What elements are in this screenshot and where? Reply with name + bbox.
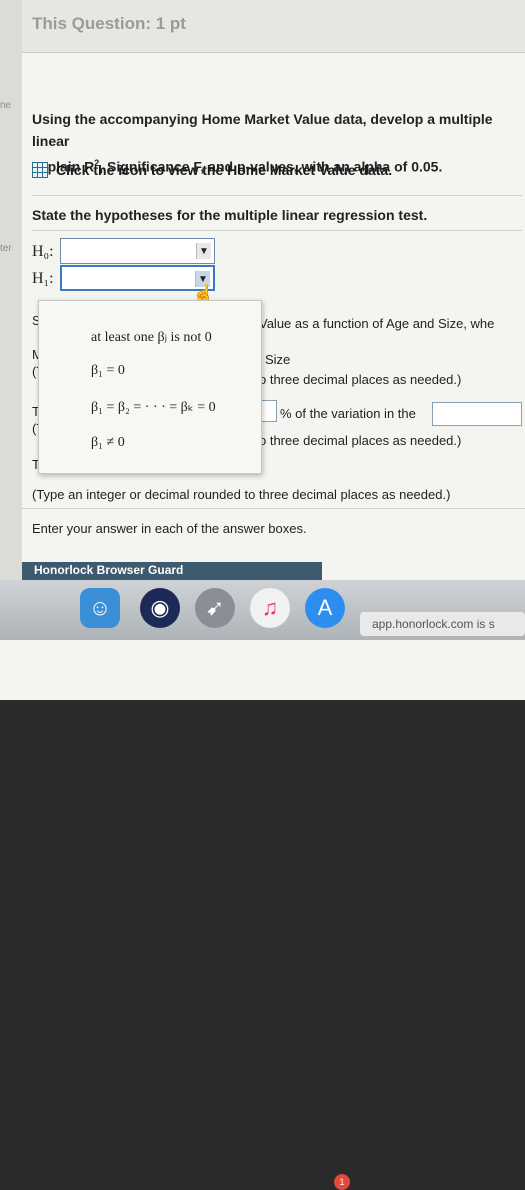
- launchpad-icon[interactable]: ➹: [195, 588, 235, 628]
- divider: [32, 195, 522, 196]
- answer-instructions: Enter your answer in each of the answer …: [32, 521, 307, 536]
- siri-icon[interactable]: ◉: [140, 588, 180, 628]
- h1-dropdown-menu[interactable]: at least one βⱼ is not 0 β₁ = 0 β₁ = β₂ …: [38, 300, 262, 474]
- variation-answer-input[interactable]: [432, 402, 522, 426]
- decimals-hint: o three decimal places as needed.): [259, 372, 462, 387]
- decimals-hint: o three decimal places as needed.): [259, 433, 462, 448]
- data-link[interactable]: Click the icon to view the Home Market V…: [32, 162, 392, 178]
- dropdown-option[interactable]: β₁ ≠ 0: [91, 435, 125, 451]
- data-link-label[interactable]: Click the icon to view the Home Market V…: [56, 162, 392, 178]
- variation-input[interactable]: [261, 400, 277, 422]
- finder-icon[interactable]: ☺: [80, 588, 120, 628]
- h0-select[interactable]: ▼: [60, 238, 215, 264]
- size-label: Size: [265, 352, 291, 367]
- honorlock-bar: Honorlock Browser Guard: [22, 562, 322, 580]
- h1-label: H₁:: [32, 270, 54, 287]
- dropdown-option[interactable]: β₁ = 0: [91, 363, 125, 379]
- notification-badge: 1: [334, 1174, 350, 1190]
- chevron-down-icon[interactable]: ▼: [196, 243, 211, 259]
- left-tag: ter: [0, 243, 12, 254]
- data-table-icon[interactable]: [32, 162, 48, 178]
- quiz-screen: ne ter This Question: 1 pt Using the acc…: [0, 0, 525, 1190]
- left-tag: ne: [0, 100, 12, 111]
- state-continued: Value as a function of Age and Size, whe: [259, 316, 495, 331]
- divider: [22, 508, 525, 509]
- hypotheses-title: State the hypotheses for the multiple li…: [32, 207, 428, 223]
- honorlock-label: Honorlock Browser Guard: [34, 563, 184, 577]
- divider: [32, 230, 522, 231]
- type-instructions: (Type an integer or decimal rounded to t…: [32, 487, 451, 502]
- music-icon[interactable]: ♫: [250, 588, 290, 628]
- dropdown-option[interactable]: β₁ = β₂ = · · · = βₖ = 0: [91, 399, 216, 416]
- h0-label: H₀:: [32, 243, 54, 260]
- variation-label: % of the variation in the: [280, 406, 416, 421]
- dropdown-option[interactable]: at least one βⱼ is not 0: [91, 329, 212, 346]
- question-header: This Question: 1 pt: [22, 0, 525, 53]
- sharing-status: app.honorlock.com is s: [360, 612, 525, 636]
- question-title: This Question: 1 pt: [32, 14, 186, 33]
- app-store-icon[interactable]: A: [305, 588, 345, 628]
- left-panel: ne ter: [0, 0, 22, 640]
